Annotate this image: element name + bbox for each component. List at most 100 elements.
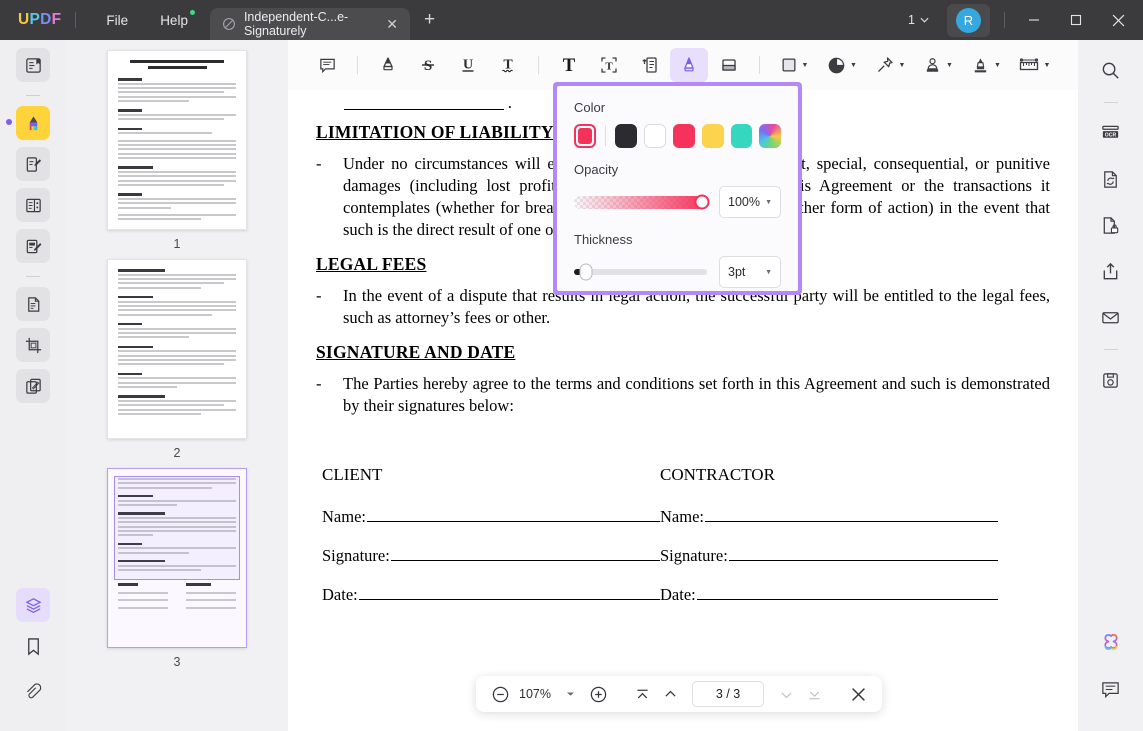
color-swatch-yellow[interactable] <box>701 124 724 148</box>
sidebar-item-layers[interactable] <box>16 588 50 622</box>
tool-eraser[interactable] <box>710 48 748 82</box>
zoom-out-button[interactable] <box>488 681 512 707</box>
toolbar-divider-1 <box>357 56 358 74</box>
tool-add-text[interactable]: T <box>550 48 588 82</box>
page-indicator-value: 3 / 3 <box>715 687 741 701</box>
thickness-slider-handle[interactable] <box>579 263 593 281</box>
thickness-label: Thickness <box>574 232 633 247</box>
first-page-button[interactable] <box>630 681 654 707</box>
sidebar-item-crop[interactable] <box>16 328 50 362</box>
color-swatch-custom-rainbow[interactable] <box>759 124 781 148</box>
color-swatch-selected[interactable] <box>574 124 597 148</box>
title-bar-right: 1 R <box>896 0 1143 40</box>
sidebar-item-convert[interactable] <box>16 287 50 321</box>
color-swatch-rose[interactable] <box>673 124 695 148</box>
tool-underline[interactable]: U <box>449 48 487 82</box>
convert-button[interactable] <box>1093 161 1129 197</box>
field-underline[interactable] <box>696 586 998 600</box>
sidebar-item-compare[interactable] <box>16 369 50 403</box>
close-button[interactable] <box>1097 0 1139 40</box>
thumbnail-pane[interactable]: 1 2 3 <box>66 40 288 731</box>
right-tool-rail: OCR <box>1078 40 1143 731</box>
color-swatch-teal[interactable] <box>730 124 753 148</box>
window-count-dropdown[interactable]: 1 <box>896 13 941 27</box>
sidebar-item-reader-mode[interactable] <box>16 48 50 82</box>
search-panel-button[interactable] <box>1093 52 1129 88</box>
maximize-button[interactable] <box>1055 0 1097 40</box>
opacity-value-dropdown[interactable]: 100% ▼ <box>719 186 781 218</box>
minimize-button[interactable] <box>1013 0 1055 40</box>
toolbar-divider-3 <box>759 56 760 74</box>
thumbnail-page-1[interactable]: 1 <box>66 50 288 251</box>
thickness-slider[interactable] <box>574 263 707 281</box>
sidebar-item-organize-pages[interactable] <box>16 188 50 222</box>
thumbnail-page-2[interactable]: 2 <box>66 259 288 460</box>
zoom-in-button[interactable] <box>586 681 610 707</box>
last-page-button[interactable] <box>802 681 826 707</box>
new-tab-button[interactable]: + <box>410 0 449 40</box>
sidebar-item-fill-and-sign[interactable] <box>16 229 50 263</box>
tab-document[interactable]: Independent-C...e-Signaturely ✕ <box>209 8 410 40</box>
next-page-button[interactable] <box>774 681 798 707</box>
menu-help[interactable]: Help <box>144 0 204 40</box>
tool-stickers[interactable]: ▼ <box>819 48 865 82</box>
close-zoombar-button[interactable] <box>846 681 870 707</box>
tool-sticky-note[interactable] <box>308 48 346 82</box>
tool-pencil[interactable] <box>670 48 708 82</box>
field-underline[interactable] <box>704 508 998 522</box>
tool-measure[interactable]: ▼ <box>1011 48 1057 82</box>
opacity-slider-handle[interactable] <box>694 194 710 210</box>
field-underline[interactable] <box>390 547 660 561</box>
ai-assistant-button[interactable] <box>1093 625 1129 661</box>
swatch-divider <box>605 126 607 146</box>
field-underline[interactable] <box>366 508 660 522</box>
thickness-value-dropdown[interactable]: 3pt ▼ <box>719 256 781 288</box>
zoom-page-toolbar: 107% 3 / 3 <box>476 676 882 712</box>
tool-squiggly-underline[interactable]: T <box>489 48 527 82</box>
tab-close-icon[interactable]: ✕ <box>384 15 400 33</box>
share-button[interactable] <box>1093 253 1129 289</box>
account-button[interactable]: R <box>947 3 990 37</box>
left-rail-bottom <box>16 588 50 721</box>
menu-file-label: File <box>106 12 129 28</box>
sidebar-item-bookmarks[interactable] <box>16 629 50 663</box>
prev-page-button[interactable] <box>658 681 682 707</box>
tool-stamp[interactable]: ▼ <box>915 48 961 82</box>
field-underline[interactable] <box>728 547 998 561</box>
share-upload-icon <box>1100 261 1121 282</box>
comment-icon <box>318 56 337 75</box>
right-rail-divider-1 <box>1103 102 1118 103</box>
color-swatch-black[interactable] <box>615 124 638 148</box>
protect-button[interactable] <box>1093 207 1129 243</box>
zoom-level-value[interactable]: 107% <box>516 687 554 701</box>
sidebar-item-attachments[interactable] <box>16 675 50 709</box>
tool-strikethrough[interactable]: S <box>409 48 447 82</box>
tool-shapes[interactable]: ▼ <box>771 48 817 82</box>
zoom-level-dropdown[interactable] <box>558 681 582 707</box>
tool-text-callout[interactable] <box>630 48 668 82</box>
email-button[interactable] <box>1093 299 1129 335</box>
color-swatch-white[interactable] <box>644 124 667 148</box>
convert-sync-icon <box>1100 169 1121 190</box>
thumbnail-number: 1 <box>173 237 181 251</box>
chevron-down-icon: ▼ <box>765 268 772 276</box>
field-label: Name: <box>660 506 704 526</box>
field-underline[interactable] <box>358 586 660 600</box>
tool-signature[interactable]: ▼ <box>963 48 1009 82</box>
comments-panel-button[interactable] <box>1093 671 1129 707</box>
menu-file[interactable]: File <box>90 0 144 40</box>
pen-properties-popup: Color Opacity 100% ▼ Thickness 3pt ▼ <box>553 82 802 295</box>
sidebar-item-edit-pdf[interactable] <box>16 147 50 181</box>
tool-text-box[interactable]: T <box>590 48 628 82</box>
tool-highlight[interactable] <box>369 48 407 82</box>
tool-pin-stamp[interactable]: ▼ <box>867 48 913 82</box>
thumb-heading <box>118 193 142 196</box>
save-button[interactable] <box>1093 362 1129 398</box>
ocr-button[interactable]: OCR <box>1093 115 1129 151</box>
opacity-slider[interactable] <box>574 194 710 210</box>
thumbnail-page-3[interactable]: 3 <box>66 468 288 669</box>
signature-field-signature: Signature: <box>660 546 998 566</box>
sidebar-item-annotate[interactable] <box>6 106 50 140</box>
page-indicator-field[interactable]: 3 / 3 <box>692 681 764 707</box>
pen-marker-icon <box>679 55 699 75</box>
